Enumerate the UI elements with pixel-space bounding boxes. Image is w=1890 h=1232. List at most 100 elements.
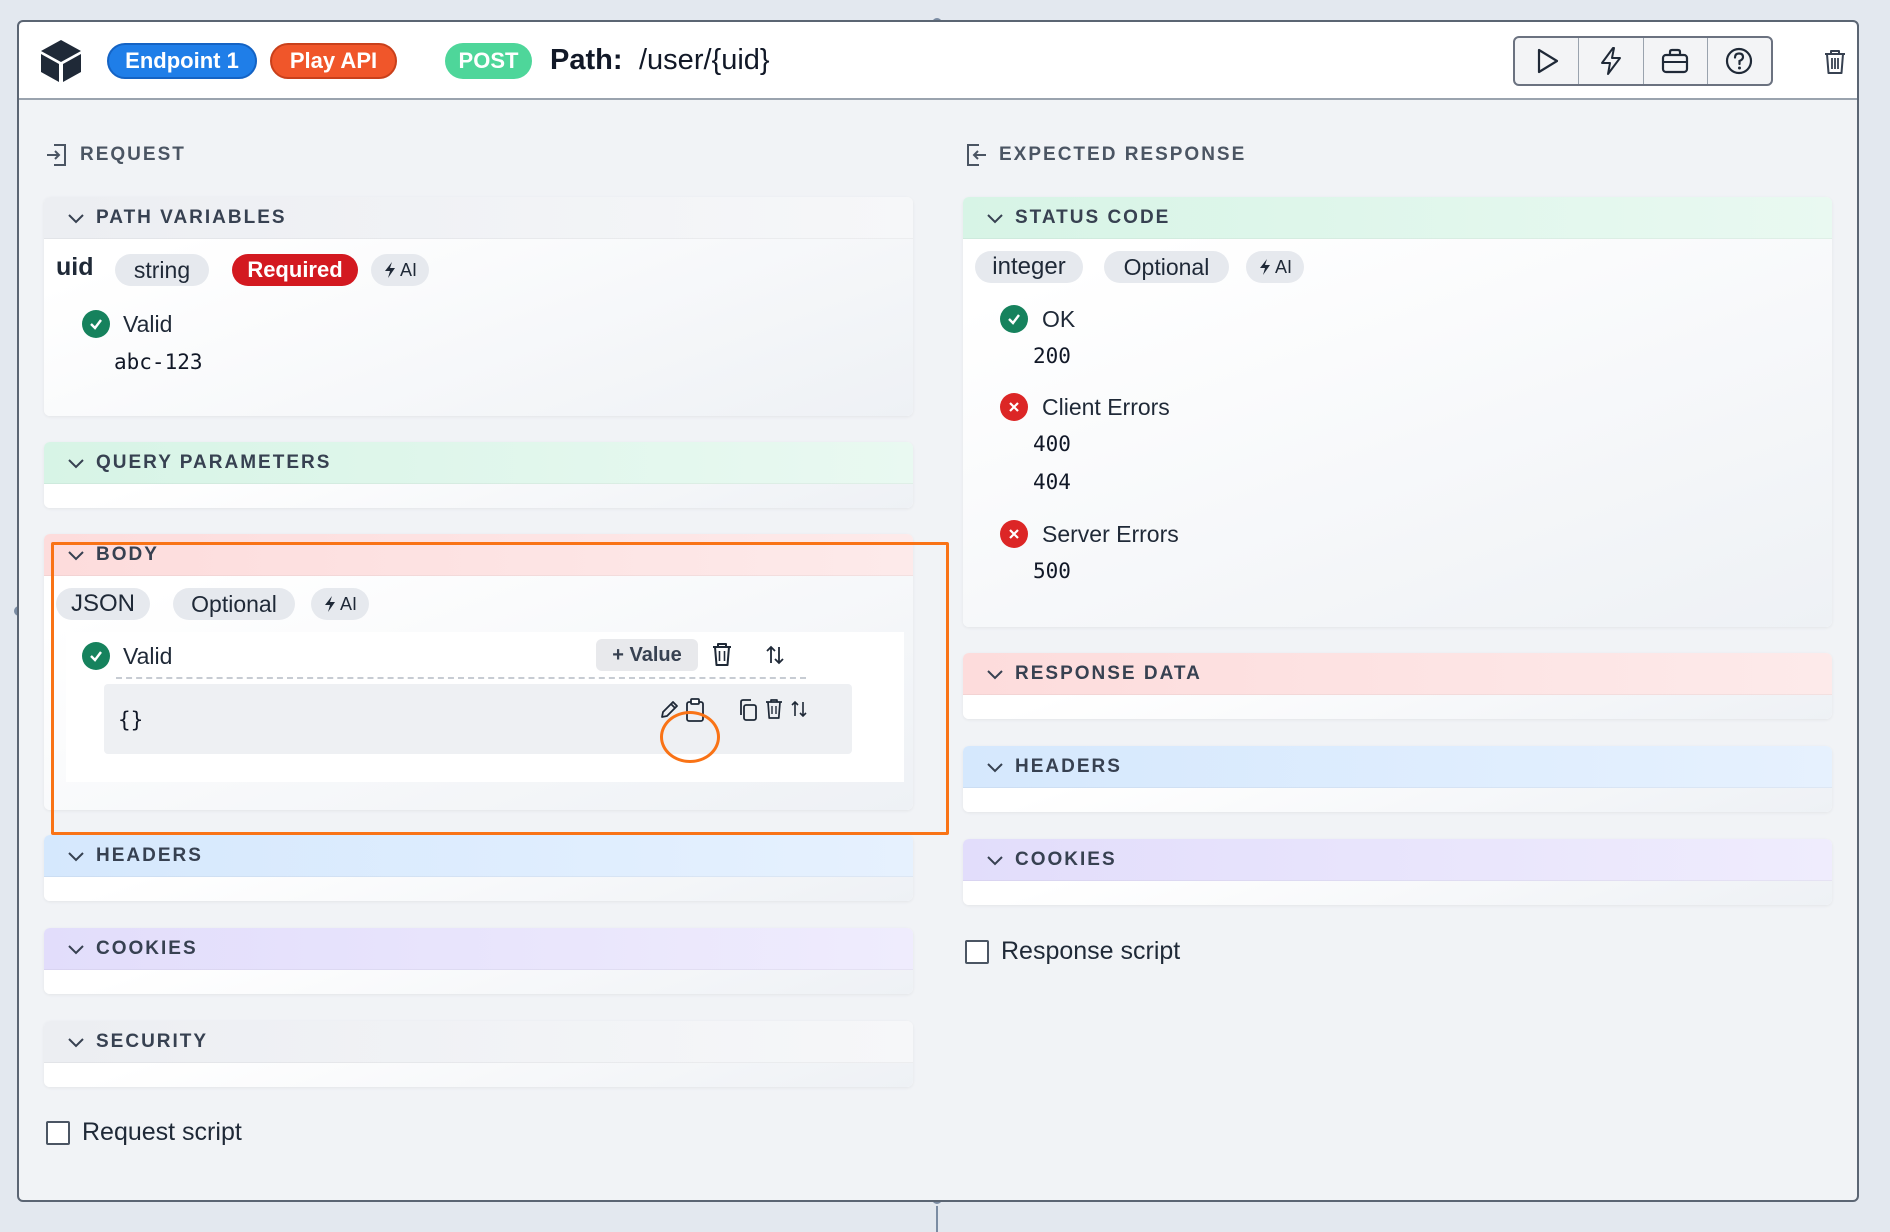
path-variables-section: PATH VARIABLES uid string Required AI Va… <box>44 197 913 416</box>
ai-generate-tag[interactable]: AI <box>1246 251 1304 283</box>
response-script-checkbox[interactable] <box>965 940 989 964</box>
help-button[interactable] <box>1708 38 1771 84</box>
request-icon <box>47 144 66 166</box>
body-section-highlight <box>51 542 949 835</box>
edit-icon-highlight <box>660 711 720 763</box>
chevron-down-icon <box>987 213 1003 223</box>
status-code-value[interactable]: 400 <box>1033 432 1071 456</box>
request-script-label: Request script <box>82 1118 242 1146</box>
security-section: SECURITY <box>44 1021 913 1087</box>
lightning-icon <box>384 262 395 278</box>
request-cookies-title: COOKIES <box>96 937 198 959</box>
request-title-text: REQUEST <box>80 144 186 165</box>
chevron-down-icon <box>987 669 1003 679</box>
response-icon <box>967 144 986 166</box>
x-icon <box>1009 529 1019 539</box>
request-headers-section: HEADERS <box>44 835 913 901</box>
lightning-icon <box>1259 259 1270 275</box>
briefcase-icon <box>1662 48 1689 74</box>
status-group-label: Client Errors <box>1042 394 1170 420</box>
card-header: Endpoint 1 Play API POST Path: /user/{ui… <box>19 22 1857 100</box>
response-column-title: EXPECTED RESPONSE <box>963 141 1246 169</box>
chevron-down-icon <box>68 944 84 954</box>
valid-label: Valid <box>123 311 173 337</box>
status-optional-tag[interactable]: Optional <box>1104 251 1229 283</box>
status-code-title: STATUS CODE <box>1015 206 1171 228</box>
header-toolbar <box>1513 36 1773 86</box>
response-title-text: EXPECTED RESPONSE <box>999 144 1247 165</box>
chevron-down-icon <box>987 762 1003 772</box>
ai-label: AI <box>1274 256 1292 277</box>
request-cookies-section: COOKIES <box>44 928 913 994</box>
chevron-down-icon <box>987 855 1003 865</box>
request-cookies-header[interactable]: COOKIES <box>44 928 913 970</box>
status-code-value[interactable]: 500 <box>1033 559 1071 583</box>
generate-button[interactable] <box>1579 38 1644 84</box>
cube-icon <box>41 40 81 82</box>
response-headers-section: HEADERS <box>963 746 1832 812</box>
briefcase-button[interactable] <box>1644 38 1708 84</box>
chevron-down-icon <box>68 213 84 223</box>
response-headers-title: HEADERS <box>1015 755 1122 777</box>
response-cookies-section: COOKIES <box>963 839 1832 905</box>
status-code-section: STATUS CODE integer Optional AI OK 200 C… <box>963 197 1832 627</box>
variable-type-tag[interactable]: string <box>115 254 209 286</box>
play-icon <box>1537 48 1558 74</box>
response-cookies-title: COOKIES <box>1015 848 1117 870</box>
path-variables-body: uid string Required AI Valid abc-123 <box>44 239 913 416</box>
query-parameters-title: QUERY PARAMETERS <box>96 451 332 473</box>
status-code-body: integer Optional AI OK 200 Client Errors… <box>963 239 1832 627</box>
valid-status-icon <box>82 310 110 338</box>
status-code-value[interactable]: 404 <box>1033 470 1071 494</box>
ai-label: AI <box>399 259 417 280</box>
path-value[interactable]: /user/{uid} <box>639 44 770 77</box>
status-group-label: OK <box>1042 306 1076 332</box>
path-variables-header[interactable]: PATH VARIABLES <box>44 197 913 239</box>
response-data-section: RESPONSE DATA <box>963 653 1832 719</box>
request-script-checkbox[interactable] <box>46 1121 70 1145</box>
server-error-status-icon <box>1000 520 1028 548</box>
response-headers-body <box>963 788 1832 812</box>
chevron-down-icon <box>68 851 84 861</box>
response-data-body <box>963 695 1832 719</box>
request-headers-header[interactable]: HEADERS <box>44 835 913 877</box>
response-data-title: RESPONSE DATA <box>1015 662 1202 684</box>
variable-example-value[interactable]: abc-123 <box>114 350 203 374</box>
chevron-down-icon <box>68 458 84 468</box>
variable-name: uid <box>56 253 94 281</box>
endpoint-name-badge[interactable]: Endpoint 1 <box>107 43 257 79</box>
check-icon <box>1008 314 1020 325</box>
client-error-status-icon <box>1000 393 1028 421</box>
path-label: Path: <box>550 44 623 76</box>
query-parameters-header[interactable]: QUERY PARAMETERS <box>44 442 913 484</box>
status-group-label: Server Errors <box>1042 521 1179 547</box>
lightning-icon <box>1600 47 1621 75</box>
required-tag[interactable]: Required <box>232 254 358 286</box>
ai-generate-tag[interactable]: AI <box>371 254 429 286</box>
status-type-tag[interactable]: integer <box>975 251 1083 283</box>
response-cookies-header[interactable]: COOKIES <box>963 839 1832 881</box>
response-cookies-body <box>963 881 1832 905</box>
x-icon <box>1009 402 1019 412</box>
response-data-header[interactable]: RESPONSE DATA <box>963 653 1832 695</box>
endpoint-card: Endpoint 1 Play API POST Path: /user/{ui… <box>17 20 1859 1202</box>
request-column-title: REQUEST <box>44 141 186 169</box>
request-headers-body <box>44 877 913 901</box>
chevron-down-icon <box>68 1037 84 1047</box>
http-method-badge[interactable]: POST <box>445 43 532 79</box>
response-headers-header[interactable]: HEADERS <box>963 746 1832 788</box>
status-code-value[interactable]: 200 <box>1033 344 1071 368</box>
delete-endpoint-icon[interactable] <box>1822 48 1848 76</box>
response-script-label: Response script <box>1001 937 1181 965</box>
ok-status-icon <box>1000 305 1028 333</box>
run-button[interactable] <box>1515 38 1580 84</box>
path-variables-title: PATH VARIABLES <box>96 206 287 228</box>
security-header[interactable]: SECURITY <box>44 1021 913 1063</box>
check-icon <box>90 319 102 330</box>
play-api-badge[interactable]: Play API <box>270 43 397 79</box>
security-body <box>44 1063 913 1087</box>
security-title: SECURITY <box>96 1030 209 1052</box>
bottom-connector-line <box>936 1204 938 1232</box>
help-icon <box>1726 47 1753 75</box>
status-code-header[interactable]: STATUS CODE <box>963 197 1832 239</box>
